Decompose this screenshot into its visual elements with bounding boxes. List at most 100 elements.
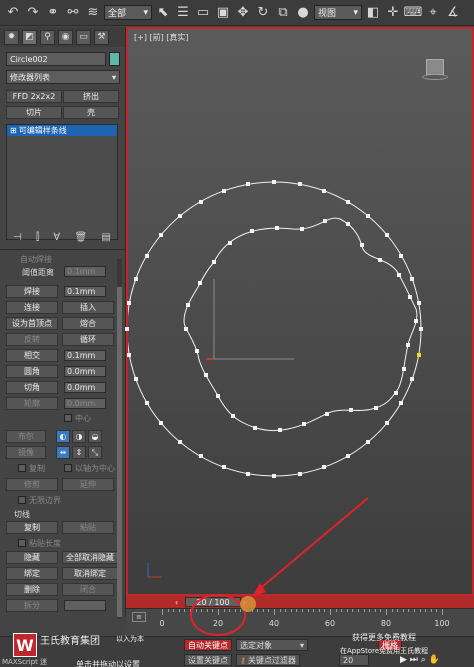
- boolean-subtract-icon[interactable]: ◑: [72, 430, 86, 443]
- boolean-button[interactable]: 布尔: [6, 430, 46, 443]
- object-name-field[interactable]: Circle002: [6, 52, 106, 66]
- inner-spline-vertex[interactable]: [397, 272, 402, 277]
- outer-circle-vertex[interactable]: [246, 182, 251, 187]
- outer-circle-vertex[interactable]: [366, 439, 371, 444]
- set-key-button[interactable]: 设置关键点: [184, 654, 232, 666]
- boolean-union-icon[interactable]: ◐: [56, 430, 70, 443]
- ffd-button[interactable]: FFD 2x2x2: [6, 90, 62, 103]
- outer-circle-vertex[interactable]: [159, 232, 164, 237]
- window-crossing-icon[interactable]: ▣: [214, 4, 232, 22]
- inner-spline-vertex[interactable]: [278, 428, 283, 433]
- pan-icon[interactable]: ✋: [429, 655, 440, 665]
- outer-circle-vertex[interactable]: [125, 327, 129, 331]
- outer-circle-vertex[interactable]: [322, 188, 327, 193]
- outer-circle-vertex[interactable]: [221, 188, 226, 193]
- outer-circle-vertex[interactable]: [159, 421, 164, 426]
- slice-button[interactable]: 切片: [6, 106, 62, 119]
- fillet-spinner[interactable]: 0.0mm: [64, 366, 106, 377]
- reverse-button[interactable]: 反转: [6, 333, 58, 346]
- zoom-icon[interactable]: ⌕: [421, 655, 426, 665]
- outer-circle-vertex[interactable]: [272, 474, 276, 478]
- outer-circle-vertex[interactable]: [345, 199, 350, 204]
- tangent-paste-button[interactable]: 粘贴: [62, 521, 114, 534]
- outer-circle-vertex[interactable]: [416, 352, 421, 357]
- shell-button[interactable]: 壳: [63, 106, 119, 119]
- outer-circle-vertex[interactable]: [246, 471, 251, 476]
- play-controls[interactable]: ▶ ⏭ ⌕ ✋: [400, 655, 440, 665]
- front-viewport[interactable]: [+] [前] [真实]: [125, 27, 474, 596]
- stack-item-editable-spline[interactable]: ⊞ 可编辑样条线: [7, 125, 117, 136]
- mirror-vertical-icon[interactable]: ⇕: [72, 446, 86, 459]
- link-icon[interactable]: ⚭: [44, 4, 62, 22]
- select-by-name-icon[interactable]: ☰: [174, 4, 192, 22]
- bind-button[interactable]: 绑定: [6, 567, 58, 580]
- chamfer-spinner[interactable]: 0.0mm: [64, 382, 106, 393]
- pivot-icon[interactable]: ◧: [364, 4, 382, 22]
- reference-coord-dropdown[interactable]: 视图 ▾: [314, 5, 362, 20]
- outer-circle-vertex[interactable]: [366, 214, 371, 219]
- move-icon[interactable]: ✥: [234, 4, 252, 22]
- expand-icon[interactable]: ⊞: [10, 126, 17, 135]
- key-filter-button[interactable]: ⚷ 关键点过滤器: [236, 654, 300, 666]
- copy-checkbox[interactable]: [18, 464, 26, 472]
- undo-icon[interactable]: ↶: [4, 4, 22, 22]
- outer-circle-vertex[interactable]: [198, 454, 203, 459]
- create-icon[interactable]: ✹: [4, 29, 19, 45]
- inner-spline-vertex[interactable]: [401, 367, 406, 372]
- auto-key-button[interactable]: 自动关键点: [184, 639, 232, 651]
- make-unique-icon[interactable]: ∀: [53, 232, 60, 243]
- outer-circle-vertex[interactable]: [144, 253, 149, 258]
- cross-insert-button[interactable]: 相交: [6, 349, 58, 362]
- show-end-result-icon[interactable]: ⫿: [36, 232, 39, 243]
- cross-insert-spinner[interactable]: 0.1mm: [64, 350, 106, 361]
- chamfer-button[interactable]: 切角: [6, 381, 58, 394]
- outer-circle-vertex[interactable]: [384, 421, 389, 426]
- scale-icon[interactable]: ⧉: [274, 4, 292, 22]
- snap-icon[interactable]: ●: [294, 4, 312, 22]
- inner-spline-vertex[interactable]: [203, 372, 208, 377]
- boolean-intersect-icon[interactable]: ◒: [88, 430, 102, 443]
- inner-spline-vertex[interactable]: [408, 295, 413, 300]
- mirror-both-icon[interactable]: ⤡: [88, 446, 102, 459]
- outer-circle-vertex[interactable]: [416, 301, 421, 306]
- inner-spline-vertex[interactable]: [184, 326, 189, 331]
- remove-modifier-icon[interactable]: 🗑: [74, 232, 87, 243]
- outer-circle-vertex[interactable]: [144, 400, 149, 405]
- motion-icon[interactable]: ◉: [58, 29, 73, 45]
- outer-circle-vertex[interactable]: [177, 214, 182, 219]
- inner-spline-vertex[interactable]: [324, 411, 329, 416]
- fillet-button[interactable]: 圆角: [6, 365, 58, 378]
- inner-spline-vertex[interactable]: [253, 425, 258, 430]
- selected-object-dropdown[interactable]: 选定对象 ▾: [236, 639, 308, 651]
- outer-circle-vertex[interactable]: [133, 377, 138, 382]
- inner-spline-vertex[interactable]: [346, 222, 351, 227]
- outer-circle-vertex[interactable]: [272, 180, 276, 184]
- inner-spline-vertex[interactable]: [198, 280, 203, 285]
- maxscript-label[interactable]: MAXScript 迷: [2, 657, 47, 667]
- next-key-icon[interactable]: ⏭: [410, 655, 418, 665]
- extend-button[interactable]: 延伸: [62, 478, 114, 491]
- inner-spline-vertex[interactable]: [414, 318, 419, 323]
- outer-circle-vertex[interactable]: [399, 253, 404, 258]
- inner-spline-vertex[interactable]: [216, 394, 221, 399]
- connect-button[interactable]: 连接: [6, 301, 58, 314]
- inner-spline-vertex[interactable]: [227, 240, 232, 245]
- outer-circle-vertex[interactable]: [198, 199, 203, 204]
- redo-icon[interactable]: ↷: [24, 4, 42, 22]
- outer-circle-vertex[interactable]: [297, 471, 302, 476]
- split-spinner[interactable]: [64, 600, 106, 611]
- delete-button[interactable]: 删除: [6, 583, 58, 596]
- outer-circle-vertex[interactable]: [384, 232, 389, 237]
- pin-stack-icon[interactable]: ⊣: [13, 232, 22, 243]
- configure-sets-icon[interactable]: ▤: [101, 232, 110, 243]
- inner-spline-vertex[interactable]: [374, 405, 379, 410]
- outer-circle-vertex[interactable]: [297, 182, 302, 187]
- infinite-bounds-checkbox[interactable]: [18, 496, 26, 504]
- inner-spline-vertex[interactable]: [359, 242, 364, 247]
- object-color-swatch[interactable]: [109, 52, 120, 66]
- bind-space-warp-icon[interactable]: ≋: [84, 4, 102, 22]
- inner-spline-vertex[interactable]: [194, 349, 199, 354]
- keyboard-icon[interactable]: ⌨: [404, 4, 423, 22]
- weld-button[interactable]: 焊接: [6, 285, 58, 298]
- outline-button[interactable]: 轮廓: [6, 397, 58, 410]
